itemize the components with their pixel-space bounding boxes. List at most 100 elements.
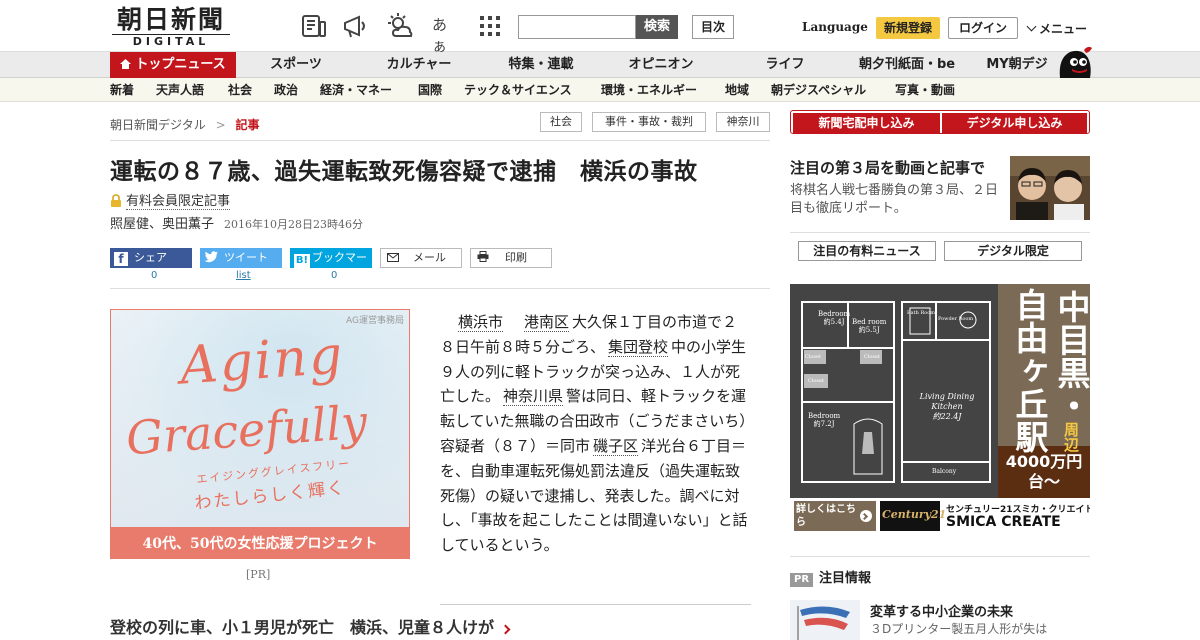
feature-thumbnail[interactable] bbox=[1010, 156, 1090, 220]
article-keyword-link[interactable]: 横浜市 bbox=[458, 313, 504, 332]
ad-area-sub: 周辺 bbox=[1062, 422, 1080, 452]
paid-member-notice: 有料会員限定記事 bbox=[110, 190, 231, 210]
menu-button[interactable]: メニュー bbox=[1026, 20, 1088, 37]
feature-title[interactable]: 注目の第３局を動画と記事で bbox=[790, 157, 985, 178]
divider bbox=[790, 232, 1090, 233]
related-article-link[interactable]: 登校の列に車、小１男児が死亡 横浜、児童８人けが bbox=[110, 614, 750, 636]
article-date: 2016年10月28日23時46分 bbox=[224, 218, 363, 231]
mail-share-button[interactable]: メール bbox=[380, 248, 462, 268]
room-closet-1: Closet bbox=[805, 354, 821, 360]
tab-digital-only[interactable]: デジタル限定 bbox=[944, 241, 1082, 261]
nav-item-top-news[interactable]: トップニュース bbox=[110, 52, 236, 78]
megaphone-icon[interactable] bbox=[342, 12, 370, 40]
subnav-item-special[interactable]: 朝デジスペシャル bbox=[771, 78, 866, 102]
room-size: 約5.5J bbox=[858, 326, 880, 334]
search-input[interactable] bbox=[518, 15, 636, 39]
ad-price: 4000万円台～ bbox=[1005, 452, 1083, 491]
subnav-item-environment[interactable]: 環境・エネルギー bbox=[601, 78, 697, 102]
subnav-item-economy[interactable]: 経済・マネー bbox=[320, 78, 392, 102]
weather-icon[interactable] bbox=[386, 12, 414, 40]
divider bbox=[790, 556, 1090, 557]
mail-share-label: メール bbox=[413, 251, 446, 264]
article-keyword-link[interactable]: 磯子区 bbox=[593, 436, 639, 456]
print-button[interactable]: 印刷 bbox=[470, 248, 552, 268]
subnav-item-tech[interactable]: テック＆サイエンス bbox=[464, 78, 572, 102]
nav-item-sports[interactable]: スポーツ bbox=[256, 52, 336, 78]
subnav-item-region[interactable]: 地域 bbox=[725, 78, 749, 102]
twitter-tweet-button[interactable]: ツイート bbox=[200, 248, 282, 268]
ad-company-en: SMICA CREATE bbox=[946, 514, 1061, 530]
search-button[interactable]: 検索 bbox=[636, 15, 678, 39]
notice-thumbnail[interactable] bbox=[790, 600, 860, 640]
facebook-share-button[interactable]: f シェア bbox=[110, 248, 192, 268]
tag-society[interactable]: 社会 bbox=[540, 112, 582, 132]
twitter-count-link[interactable]: list bbox=[236, 270, 251, 281]
tag-incidents[interactable]: 事件・事故・裁判 bbox=[592, 112, 706, 132]
nav-item-opinion[interactable]: オピニオン bbox=[616, 52, 706, 78]
subnav-item-latest[interactable]: 新着 bbox=[110, 78, 134, 102]
advertisement-aging-gracefully[interactable]: AG運営事務局 Aging Gracefully エイジンググレイスフリー わた… bbox=[110, 309, 410, 559]
divider bbox=[110, 140, 770, 141]
grid-menu-icon[interactable] bbox=[476, 12, 504, 40]
room-balcony: Balcony bbox=[932, 468, 957, 475]
lock-icon bbox=[110, 194, 122, 207]
article-keyword-link[interactable]: 集団登校 bbox=[608, 337, 669, 357]
subnav-item-photo[interactable]: 写真・動画 bbox=[895, 78, 955, 102]
language-link[interactable]: Language bbox=[802, 20, 868, 34]
twitter-bird-icon bbox=[204, 250, 218, 263]
ad-cta[interactable]: 詳しくはこちら bbox=[796, 503, 856, 529]
article-text bbox=[506, 313, 521, 331]
room-closet-2: Closet bbox=[864, 354, 880, 360]
main-nav: トップニュース スポーツ カルチャー 特集・連載 オピニオン ライフ 朝夕刊紙面… bbox=[0, 52, 1200, 78]
digital-subscribe-button[interactable]: デジタル申し込み bbox=[942, 113, 1087, 133]
notice-header: PR 注目情報 bbox=[790, 567, 871, 587]
newspaper-delivery-button[interactable]: 新聞宅配申し込み bbox=[793, 113, 940, 133]
byline: 照屋健、奥田薫子 2016年10月28日23時46分 bbox=[110, 213, 363, 232]
site-logo[interactable]: 朝日新聞 DIGITAL bbox=[112, 6, 230, 48]
room-size: 約22.4J bbox=[932, 412, 962, 421]
printer-icon bbox=[477, 250, 489, 262]
subnav-item-tenseijingo[interactable]: 天声人語 bbox=[156, 78, 204, 102]
room-bedroom-3: Bedroom 約7.2J bbox=[808, 412, 840, 428]
hatena-bookmark-button[interactable]: B! ブックマーク bbox=[290, 248, 372, 284]
ad-pr-label: [PR] bbox=[246, 568, 271, 581]
toc-button[interactable]: 目次 bbox=[692, 15, 734, 39]
room-size: 約5.4J bbox=[823, 318, 845, 326]
nav-item-my-asahi[interactable]: MY朝デジ bbox=[982, 52, 1052, 78]
newspaper-icon[interactable] bbox=[300, 12, 328, 40]
signup-button[interactable]: 新規登録 bbox=[876, 17, 940, 39]
tag-kanagawa[interactable]: 神奈川 bbox=[716, 112, 770, 132]
paid-member-link[interactable]: 有料会員限定記事 bbox=[126, 194, 231, 210]
text-size-icon[interactable]: あぁ bbox=[432, 14, 460, 55]
advertisement-real-estate[interactable]: Bedroom 約5.4J Bed room 約5.5J Bedroom 約7.2J … bbox=[790, 284, 1090, 534]
logo-en: DIGITAL bbox=[112, 34, 230, 48]
hatena-icon: B! bbox=[294, 254, 310, 268]
facebook-icon: f bbox=[114, 252, 128, 266]
mascot-icon bbox=[1059, 46, 1092, 78]
sub-nav: 新着 天声人語 社会 政治 経済・マネー 国際 テック＆サイエンス 環境・エネル… bbox=[0, 78, 1200, 102]
article-keyword-link[interactable]: 神奈川県 bbox=[503, 387, 564, 407]
room-bedroom-1: Bedroom 約5.4J bbox=[818, 310, 850, 326]
subnav-item-politics[interactable]: 政治 bbox=[274, 78, 298, 102]
menu-label: メニュー bbox=[1039, 22, 1088, 36]
hatena-bookmark-count: 0 bbox=[331, 270, 338, 281]
room-ldk: Living Dining Kitchen 約22.4J bbox=[912, 392, 982, 422]
article-keyword-link[interactable]: 港南区 bbox=[524, 313, 570, 332]
subnav-item-society[interactable]: 社会 bbox=[228, 78, 252, 102]
room-powder: Powder Room bbox=[938, 316, 974, 322]
login-button[interactable]: ログイン bbox=[948, 17, 1018, 39]
article-title: 運転の８７歳、過失運転致死傷容疑で逮捕 横浜の事故 bbox=[110, 159, 698, 185]
notice-item-title[interactable]: 変革する中小企業の未来 bbox=[870, 601, 1013, 620]
nav-item-culture[interactable]: カルチャー bbox=[372, 52, 466, 78]
nav-item-newspaper[interactable]: 朝夕刊紙面・be bbox=[854, 52, 960, 78]
nav-item-features[interactable]: 特集・連載 bbox=[496, 52, 586, 78]
tab-paid-news[interactable]: 注目の有料ニュース bbox=[798, 241, 936, 261]
nav-item-life[interactable]: ライフ bbox=[752, 52, 818, 78]
ad-area-nakameguro: 中目黒・周辺 bbox=[1044, 290, 1090, 452]
pr-badge: PR bbox=[790, 573, 814, 587]
shogi-players-image bbox=[1010, 156, 1090, 220]
divider bbox=[440, 604, 751, 605]
subnav-item-world[interactable]: 国際 bbox=[418, 78, 442, 102]
ad-area-jiyugaoka: 自由ヶ丘駅 bbox=[1010, 288, 1049, 453]
ad-headline-1: Aging bbox=[178, 325, 347, 397]
